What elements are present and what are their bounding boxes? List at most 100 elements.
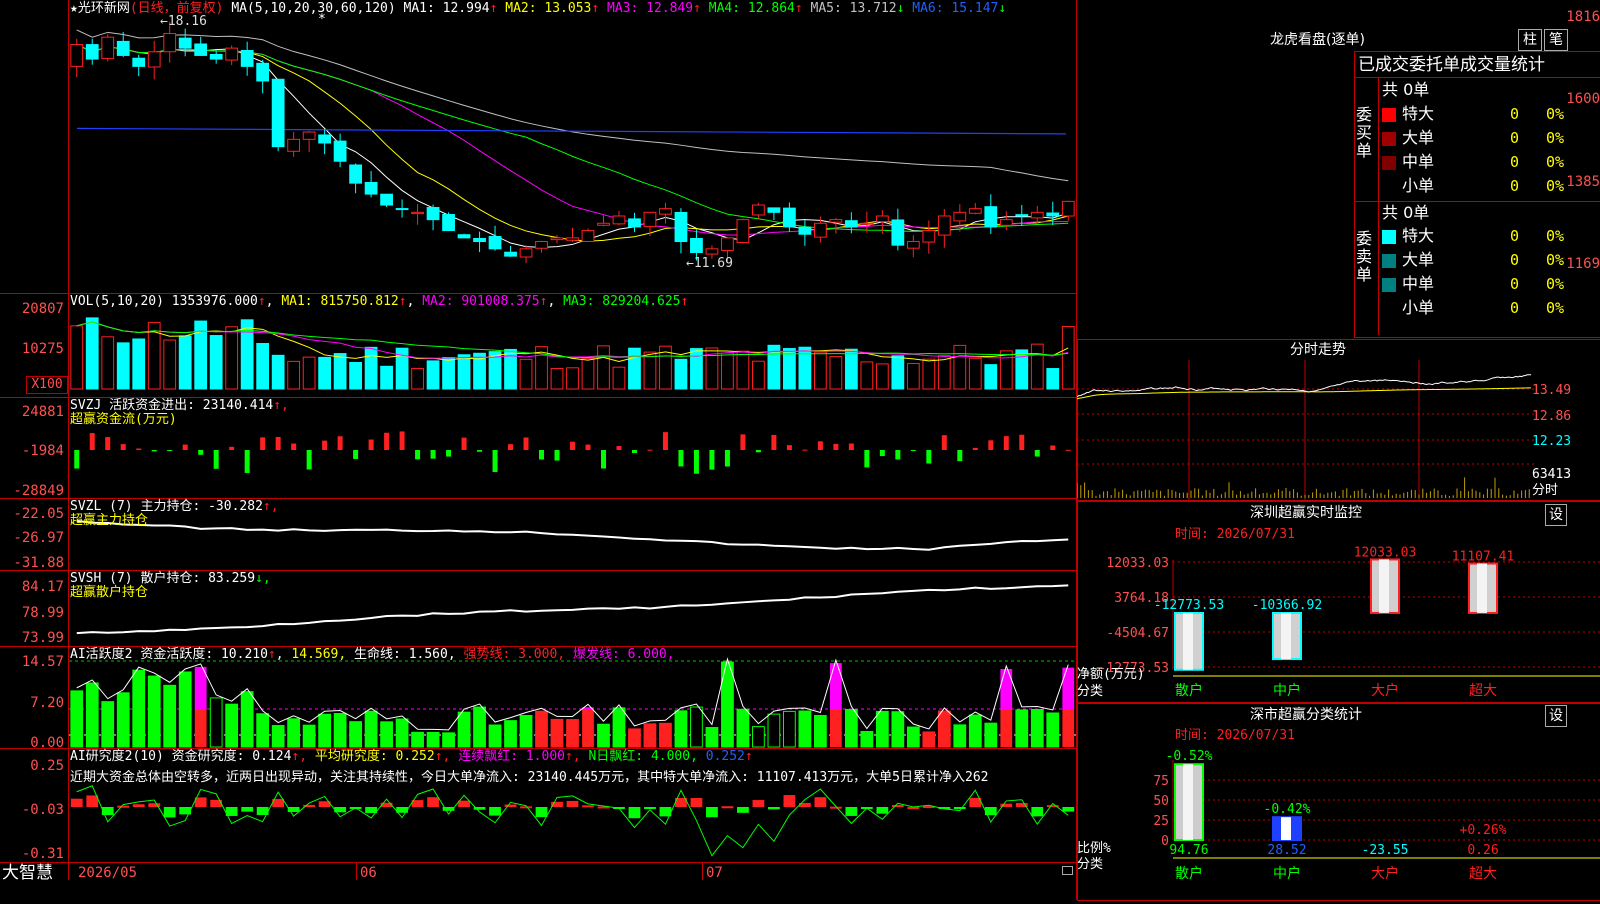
sz-class-category: 超大 — [1469, 866, 1497, 882]
high-price-note: ←18.16 — [160, 14, 207, 29]
svzj-bar — [291, 443, 297, 450]
svsh-label: 散户持仓: 83.259 — [140, 571, 256, 586]
svzj-bar — [972, 447, 978, 450]
svzj-bar — [864, 450, 870, 468]
volume-bar — [519, 358, 533, 390]
row-pct: 0% — [1546, 153, 1565, 171]
ai-bar — [1000, 710, 1013, 747]
candle-body — [860, 222, 874, 225]
ai-bar — [875, 710, 889, 748]
row-pct: 0% — [1546, 105, 1565, 123]
sz-class-title: 深市超赢分类统计 — [1250, 707, 1362, 723]
ai-bar — [736, 708, 750, 748]
candle-body — [318, 134, 332, 144]
sz-class-category: 大户 — [1371, 865, 1399, 882]
sz-class-settings-button[interactable]: 设 — [1545, 705, 1567, 727]
legend-square-icon — [1382, 155, 1396, 170]
x-sep-jul — [702, 862, 703, 880]
candle-body — [798, 226, 812, 235]
svzj-bar — [616, 446, 622, 450]
ai-research-bar — [1031, 807, 1044, 817]
svzj-bar — [275, 436, 281, 450]
candle-body — [411, 211, 424, 215]
ai-bar — [194, 710, 207, 747]
ai-research-cont: 连续飘红: 1.000 — [458, 749, 565, 764]
candlestick-chart — [70, 21, 1075, 264]
ai-ytick-2: 7.20 — [30, 695, 64, 711]
volume-bar — [690, 348, 703, 390]
sz-class-ytick: 0 — [1161, 834, 1169, 849]
sz-class-xlabel: 分类 — [1077, 857, 1103, 872]
sz-class-category: 中户 — [1273, 865, 1301, 882]
volume-bar — [1030, 343, 1044, 390]
volume-bar — [411, 367, 424, 390]
candle-body — [783, 207, 796, 228]
volume-bar — [968, 357, 982, 390]
ai-ytick-3: 0.00 — [30, 735, 64, 751]
candlestick-panel[interactable] — [69, 0, 1076, 293]
ma-value-3: MA3: 12.849 — [599, 1, 694, 16]
volume-bar — [457, 354, 471, 390]
volume-bar — [163, 339, 177, 390]
sz-class-value-label: 28.52 — [1267, 843, 1306, 858]
ai-bar — [442, 732, 455, 748]
candle-body — [473, 237, 486, 243]
ai-active-title: AI活跃度2 — [70, 647, 133, 662]
candle-body — [70, 43, 84, 67]
main-header: ★光环新网(日线，前复权) MA(5,10,20,30,60,120) MA1:… — [70, 1, 1006, 17]
ai-bar — [829, 710, 842, 747]
sz-monitor-settings-button[interactable]: 设 — [1545, 504, 1567, 526]
candle-body — [566, 237, 579, 241]
intraday-vol-label: 63413 — [1532, 467, 1572, 482]
candle-body — [690, 238, 703, 253]
bar-mode-button[interactable]: 柱 — [1518, 29, 1542, 51]
lock-icon[interactable] — [1062, 866, 1073, 875]
svsh-sub: 超赢散户持仓 — [70, 585, 149, 600]
intraday-chart — [1076, 360, 1535, 500]
candle-body — [891, 219, 905, 246]
ai-research-bar — [117, 805, 130, 808]
ai-bar — [178, 671, 192, 748]
stock-name[interactable]: ★光环新网 — [70, 1, 130, 16]
vol-unit-button[interactable]: X100 — [26, 376, 68, 394]
sz-class-bar-highlight — [1183, 764, 1193, 840]
ai-active-v3: 生命线: 1.560, — [354, 647, 456, 662]
vol-ma1: MA1: 815750.812 — [281, 294, 399, 309]
volume-bar — [426, 360, 440, 390]
ai-bar — [767, 713, 781, 748]
ai-bar — [1015, 709, 1029, 748]
candle-body — [721, 237, 734, 251]
ai-bar — [659, 722, 672, 748]
svzj-bar — [198, 450, 204, 455]
svzj-bar — [709, 450, 715, 470]
vol-arrow: ↑ — [257, 294, 266, 309]
svzj-bar — [89, 433, 95, 450]
ma-arrow-4: ↑ — [794, 1, 803, 16]
volume-bar — [783, 348, 796, 390]
candle-body — [1046, 212, 1060, 217]
row-name: 中单 — [1402, 274, 1435, 293]
candle-body — [581, 230, 595, 242]
vol-ma3: MA3: 829204.625 — [563, 294, 681, 309]
svzj-bar — [260, 437, 266, 450]
main-ytick-4: 1169 — [1566, 256, 1600, 272]
ai-bar — [643, 723, 657, 748]
tick-mode-button[interactable]: 笔 — [1544, 29, 1568, 51]
svzj-bar — [647, 449, 653, 451]
ai-bar — [504, 720, 517, 748]
ai-bar — [318, 713, 332, 748]
candle-body — [906, 241, 920, 249]
svzj-bar — [337, 436, 343, 450]
candle-body — [395, 208, 409, 211]
volume-bar — [349, 361, 362, 390]
svzj-bar — [678, 450, 684, 467]
svzj-label: 活跃资金进出: 23140.414 — [109, 398, 274, 413]
candle-body — [364, 181, 378, 195]
ai-research-title: AI研究度2(10) — [70, 749, 164, 764]
ai-bar — [85, 682, 99, 748]
ai-bar — [582, 710, 594, 747]
ai-bar — [380, 721, 393, 748]
ai-research-panel[interactable] — [69, 749, 1076, 862]
sz-class-ytick: 25 — [1153, 814, 1169, 829]
candle-body — [612, 215, 626, 225]
